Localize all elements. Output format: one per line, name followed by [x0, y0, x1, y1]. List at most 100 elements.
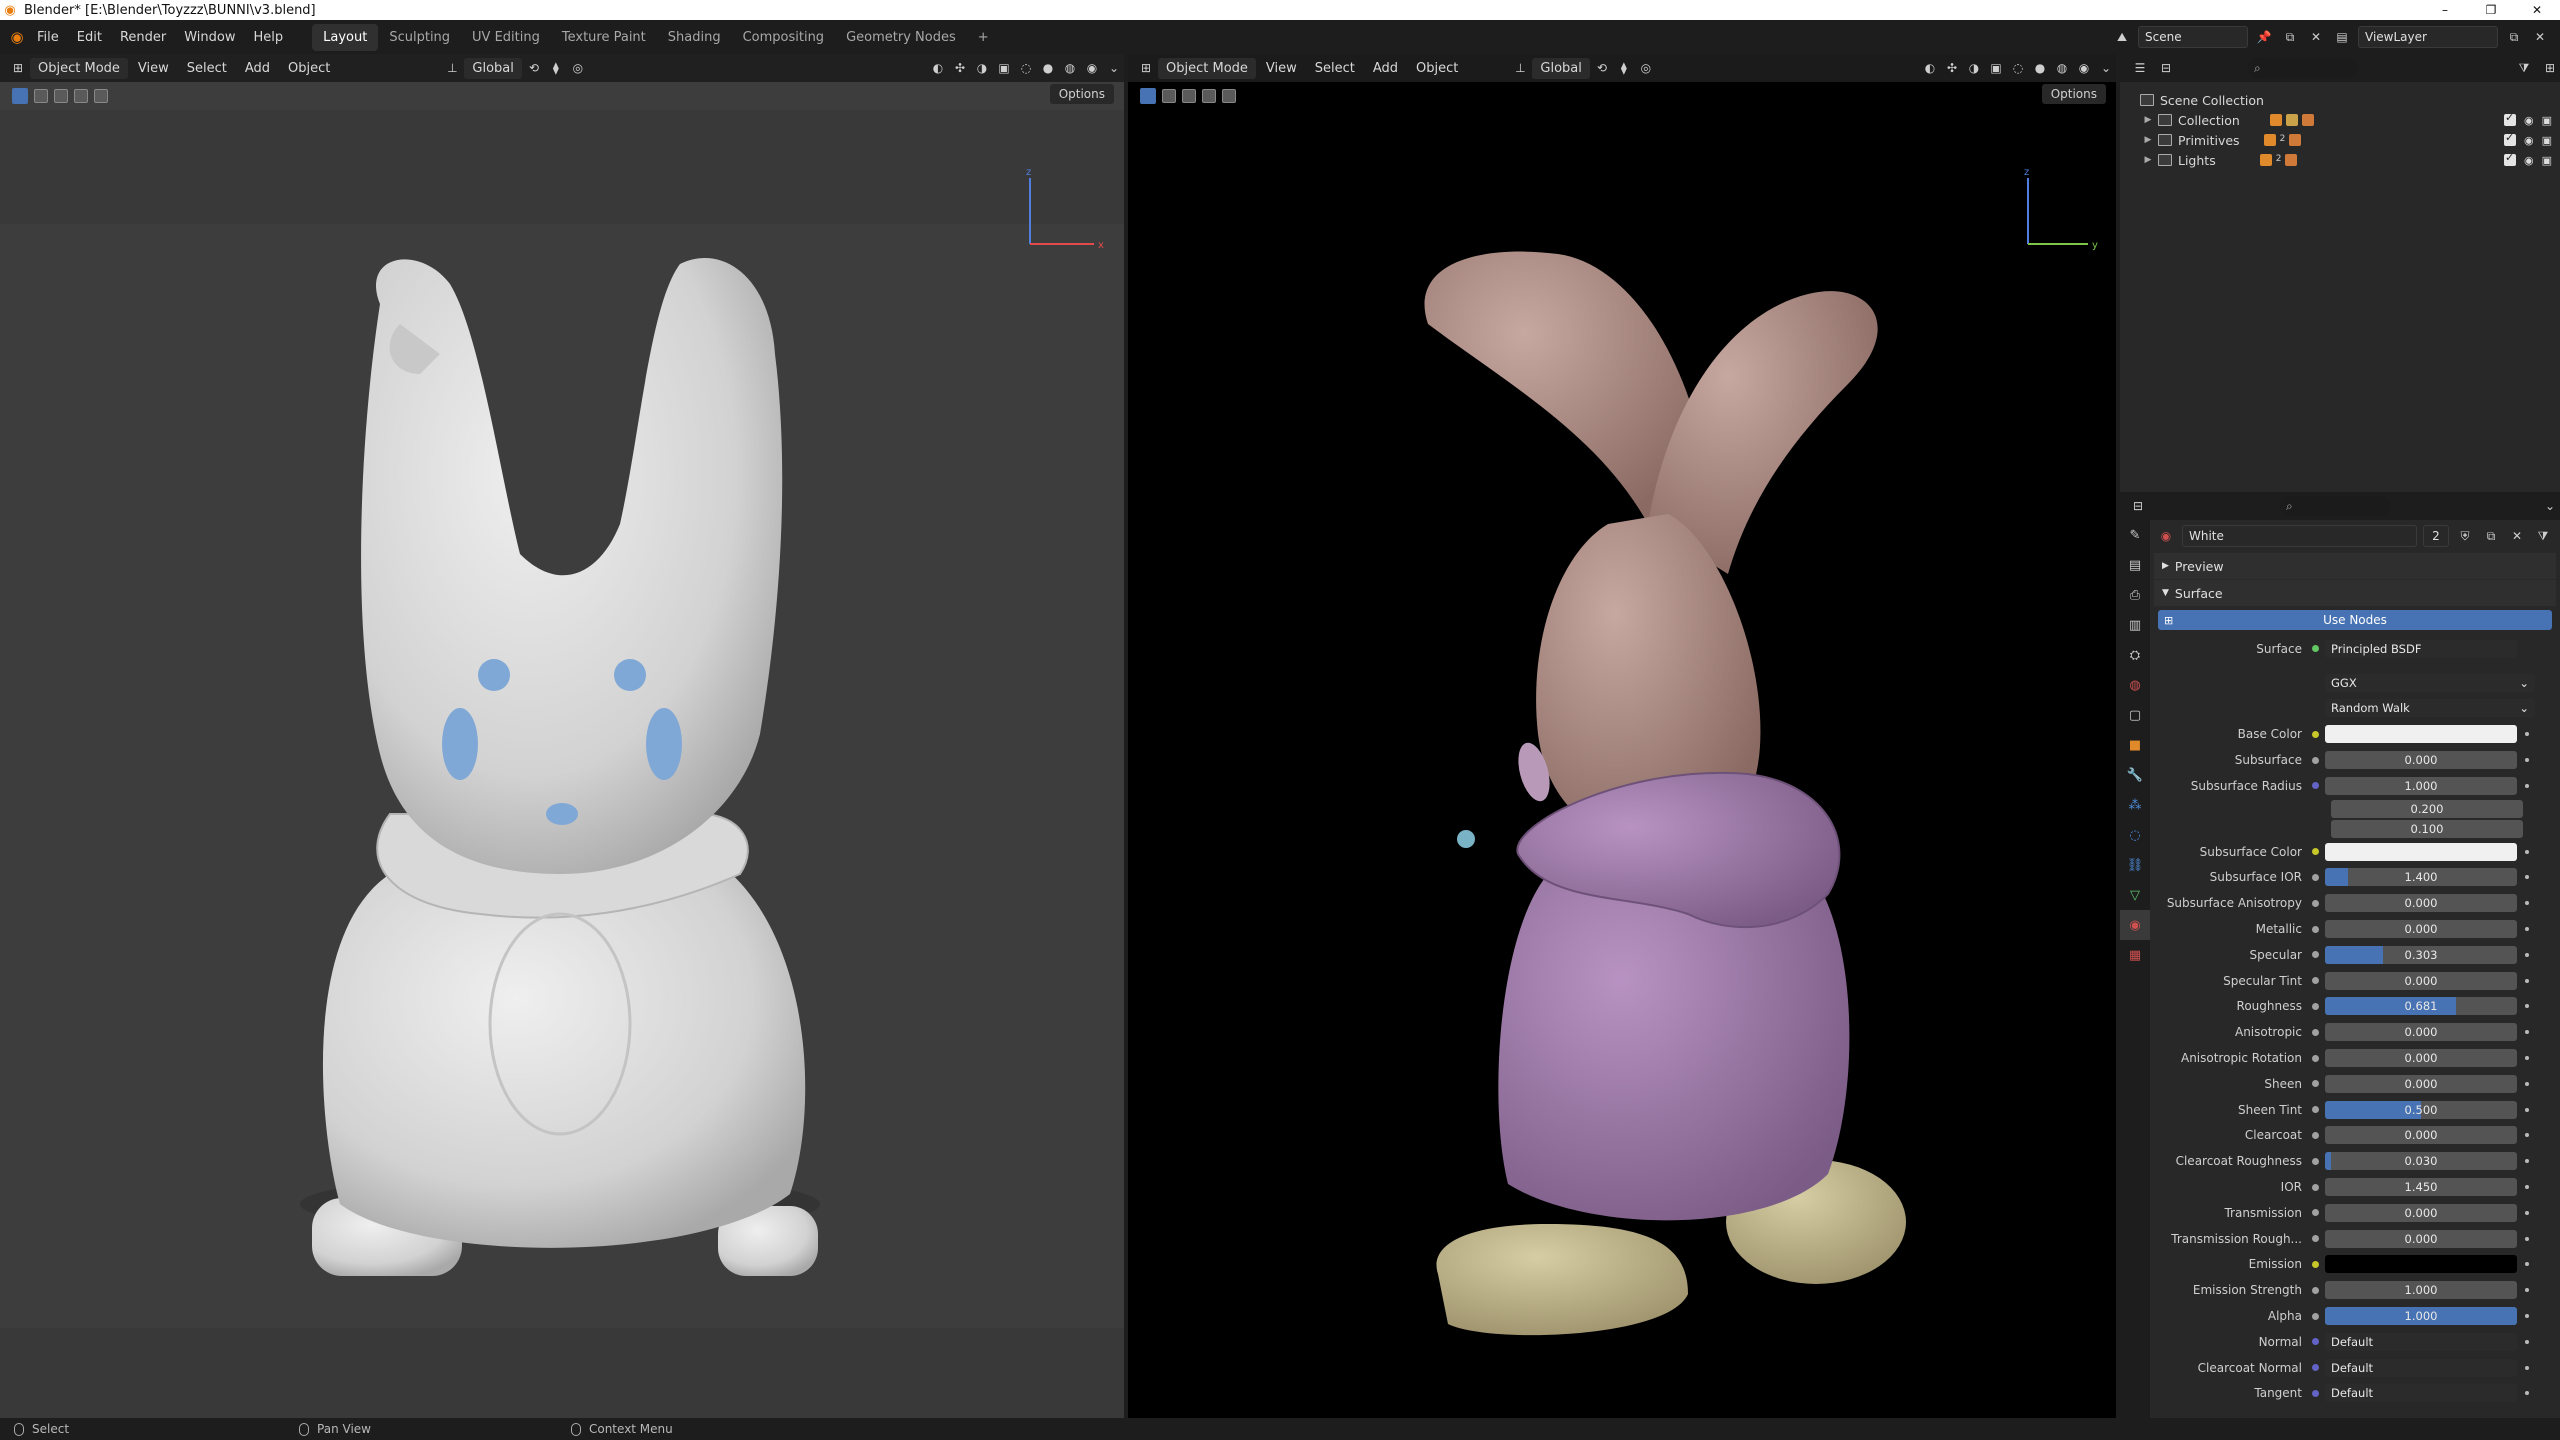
menu-add[interactable]: Add	[237, 61, 278, 76]
orientation-dropdown[interactable]: Global	[464, 57, 522, 79]
new-collection-icon[interactable]: ⊞	[2540, 58, 2560, 78]
tab-shading[interactable]: Shading	[657, 24, 732, 51]
keyframe-dot-icon[interactable]	[2525, 1056, 2529, 1061]
menu-object[interactable]: Object	[280, 61, 338, 76]
ior-slider[interactable]: 1.450	[2325, 1178, 2517, 1197]
keyframe-dot-icon[interactable]	[2525, 978, 2529, 983]
metallic-slider[interactable]: 0.000	[2325, 920, 2517, 939]
surface-shader-field[interactable]: Principled BSDF	[2325, 639, 2517, 658]
subsurface-ior-slider[interactable]: 1.400	[2325, 868, 2517, 887]
normal-field[interactable]: Default	[2325, 1332, 2517, 1351]
keyframe-dot-icon[interactable]	[2525, 1107, 2529, 1112]
input-socket-icon[interactable]	[2312, 1002, 2319, 1010]
input-socket-icon[interactable]	[2312, 1260, 2319, 1268]
pivot-icon[interactable]: ⟲	[1592, 58, 1612, 78]
texture-tab-icon[interactable]: ▦	[2120, 940, 2150, 970]
physics-tab-icon[interactable]: ◌	[2120, 820, 2150, 850]
scene-tab-icon[interactable]: ⛭	[2120, 640, 2150, 670]
sheen-tint-slider[interactable]: 0.500	[2325, 1100, 2517, 1119]
shading-wireframe-icon[interactable]: ◌	[2008, 58, 2028, 78]
input-socket-icon[interactable]	[2312, 1157, 2319, 1165]
xray-icon[interactable]: ▣	[1986, 58, 2006, 78]
input-socket-icon[interactable]	[2312, 1131, 2319, 1139]
collection-tab-icon[interactable]: ▢	[2120, 700, 2150, 730]
editor-type-icon[interactable]: ⊟	[2128, 496, 2148, 516]
select-mode-intersect-icon[interactable]	[94, 89, 108, 103]
transmission-slider[interactable]: 0.000	[2325, 1203, 2517, 1222]
keyframe-dot-icon[interactable]	[2525, 1236, 2529, 1241]
keyframe-dot-icon[interactable]	[2525, 1314, 2529, 1319]
select-mode-extend-icon[interactable]	[54, 89, 68, 103]
xray-icon[interactable]: ▣	[994, 58, 1014, 78]
visibility-icon[interactable]: ◐	[928, 58, 948, 78]
filter-icon[interactable]: ⧩	[2533, 526, 2553, 546]
menu-edit[interactable]: Edit	[68, 30, 111, 45]
shading-material-icon[interactable]: ◍	[1060, 58, 1080, 78]
fake-user-shield-icon[interactable]: ⛨	[2455, 526, 2475, 546]
specular-tint-slider[interactable]: 0.000	[2325, 971, 2517, 990]
input-socket-icon[interactable]	[2312, 1080, 2319, 1088]
input-socket-icon[interactable]	[2312, 951, 2319, 959]
menu-view[interactable]: View	[130, 61, 177, 76]
viewport-left[interactable]: ⊞ Object Mode View Select Add Object ⊥ G…	[0, 54, 1124, 1418]
subsurface-radius-slider[interactable]: 1.000	[2325, 776, 2517, 795]
transmission-rough-slider[interactable]: 0.000	[2325, 1229, 2517, 1248]
keyframe-dot-icon[interactable]	[2525, 901, 2529, 906]
expand-chevron-icon[interactable]: ▶	[2142, 115, 2154, 125]
object-mode-dropdown[interactable]: Object Mode	[30, 57, 128, 79]
add-workspace-button[interactable]: +	[967, 24, 1000, 51]
keyframe-dot-icon[interactable]	[2525, 1030, 2529, 1035]
tab-uv-editing[interactable]: UV Editing	[461, 24, 551, 51]
overlay-toggle-icon[interactable]: ◑	[1964, 58, 1984, 78]
display-mode-icon[interactable]: ⊟	[2156, 58, 2176, 78]
subsurface-slider[interactable]: 0.000	[2325, 751, 2517, 770]
eye-icon[interactable]: ◉	[2524, 134, 2534, 147]
input-socket-icon[interactable]	[2312, 848, 2319, 856]
preview-panel-header[interactable]: ▶ Preview	[2154, 553, 2556, 579]
blender-menu-icon[interactable]: ◉	[6, 28, 28, 46]
eye-icon[interactable]: ◉	[2524, 114, 2534, 127]
shading-material-icon[interactable]: ◍	[2052, 58, 2072, 78]
expand-chevron-icon[interactable]: ▶	[2142, 135, 2154, 145]
keyframe-dot-icon[interactable]	[2525, 1339, 2529, 1344]
keyframe-dot-icon[interactable]	[2525, 849, 2529, 854]
pin-icon[interactable]: 📌	[2254, 27, 2274, 47]
input-socket-icon[interactable]	[2312, 1389, 2319, 1397]
properties-search-input[interactable]: ⌕	[2280, 496, 2390, 516]
subsurface-radius-component-field[interactable]: 0.100	[2331, 819, 2523, 838]
proportional-edit-icon[interactable]: ◎	[1636, 58, 1656, 78]
clearcoat-normal-field[interactable]: Default	[2325, 1358, 2517, 1377]
delete-scene-icon[interactable]: ✕	[2306, 27, 2326, 47]
tangent-field[interactable]: Default	[2325, 1384, 2517, 1403]
delete-view-layer-icon[interactable]: ✕	[2530, 27, 2550, 47]
camera-icon[interactable]: ▣	[2542, 114, 2552, 127]
input-socket-icon[interactable]	[2312, 756, 2319, 764]
pivot-icon[interactable]: ⟲	[524, 58, 544, 78]
shading-options-icon[interactable]: ⌄	[1104, 58, 1124, 78]
keyframe-dot-icon[interactable]	[2525, 1365, 2529, 1370]
subsurface-color-color-swatch[interactable]	[2325, 842, 2517, 861]
use-nodes-button[interactable]: ⊞ Use Nodes	[2158, 610, 2552, 630]
options-chevron-icon[interactable]: ⌄	[2540, 496, 2560, 516]
input-socket-icon[interactable]	[2312, 873, 2319, 881]
object-tab-icon[interactable]: ■	[2120, 730, 2150, 760]
editor-type-icon[interactable]: ⊞	[1136, 58, 1156, 78]
input-socket-icon[interactable]	[2312, 1028, 2319, 1036]
shading-solid-icon[interactable]: ●	[2030, 58, 2050, 78]
menu-select[interactable]: Select	[179, 61, 235, 76]
clearcoat-roughness-slider[interactable]: 0.030	[2325, 1152, 2517, 1171]
keyframe-dot-icon[interactable]	[2525, 1210, 2529, 1215]
select-mode-intersect-icon[interactable]	[1222, 89, 1236, 103]
emission-strength-slider[interactable]: 1.000	[2325, 1281, 2517, 1300]
shading-solid-icon[interactable]: ●	[1038, 58, 1058, 78]
duplicate-material-icon[interactable]: ⧉	[2481, 526, 2501, 546]
overlay-toggle-icon[interactable]: ◑	[972, 58, 992, 78]
keyframe-dot-icon[interactable]	[2525, 875, 2529, 880]
outliner-row-scene-collection[interactable]: Scene Collection	[2120, 90, 2560, 110]
anisotropic-rotation-slider[interactable]: 0.000	[2325, 1049, 2517, 1068]
maximize-button[interactable]: ❐	[2468, 0, 2514, 20]
constraints-tab-icon[interactable]: ⛓	[2120, 850, 2150, 880]
tab-sculpting[interactable]: Sculpting	[378, 24, 461, 51]
keyframe-dot-icon[interactable]	[2525, 1288, 2529, 1293]
shading-rendered-icon[interactable]: ◉	[1082, 58, 1102, 78]
